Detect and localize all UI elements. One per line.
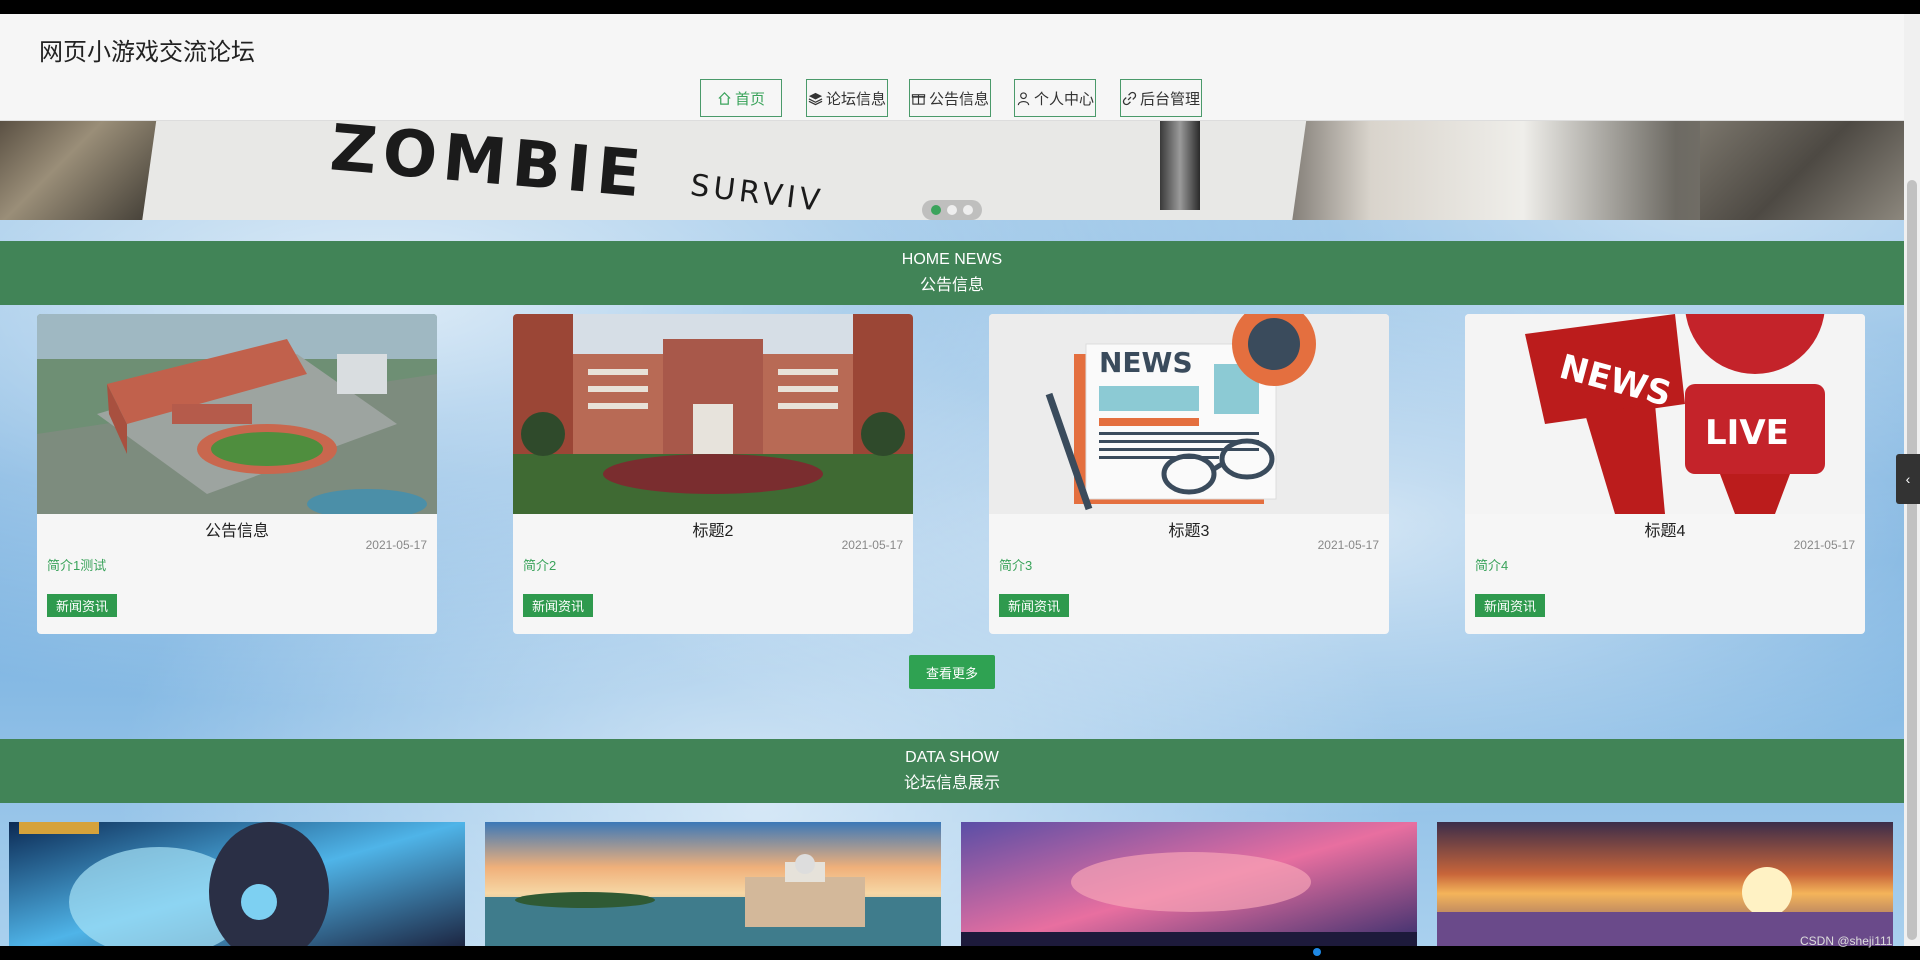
side-toggle-tab[interactable]: ‹: [1896, 454, 1920, 504]
news-section-title-cn: 公告信息: [919, 277, 984, 294]
news-card-image-text: NEWS: [1099, 346, 1193, 379]
forum-card-image[interactable]: [485, 822, 941, 946]
banner-knife-handle: [1160, 120, 1200, 210]
bottom-bar: [0, 946, 1920, 960]
news-card-intro: 简介1测试: [47, 558, 107, 573]
news-card[interactable]: 公告信息 2021-05-17 简介1测试 新闻资讯: [37, 314, 437, 634]
nav-admin[interactable]: 后台管理: [1120, 79, 1202, 117]
forum-card-image[interactable]: [961, 822, 1417, 946]
news-card-date: 2021-05-17: [1793, 538, 1855, 552]
watermark-text: CSDN @sheji111: [1800, 934, 1893, 948]
home-icon: [718, 91, 731, 105]
news-card-tag: 新闻资讯: [1475, 594, 1546, 617]
nav-home[interactable]: 首页: [700, 79, 782, 117]
site-title: 网页小游戏交流论坛: [39, 39, 255, 66]
nav-admin-label: 后台管理: [1139, 90, 1200, 108]
layers-icon: [808, 92, 823, 105]
nav-personal-label: 个人中心: [1033, 90, 1094, 108]
nav-notice[interactable]: 公告信息: [909, 79, 991, 117]
news-card-image[interactable]: [513, 314, 913, 514]
forum-section-header: DATA SHOW 论坛信息展示: [0, 739, 1904, 803]
forum-card-image[interactable]: [1437, 822, 1893, 946]
page-viewport: 网页小游戏交流论坛 首页 论坛信息 公告信息 个人中心 后台管理 ZOMBIE …: [0, 14, 1904, 946]
news-card-image-text-2: LIVE: [1705, 413, 1789, 453]
news-card[interactable]: NEWS 标题3 2021-05-17 简介3 新闻资讯: [989, 314, 1389, 634]
news-card-image[interactable]: [37, 314, 437, 514]
news-card-date: 2021-05-17: [841, 538, 903, 552]
nav-forum-label: 论坛信息: [825, 90, 886, 108]
link-icon: [1122, 91, 1137, 105]
news-card-date: 2021-05-17: [365, 538, 427, 552]
gift-icon: [911, 93, 926, 105]
carousel-indicators: [922, 200, 982, 220]
scrollbar-thumb[interactable]: [1907, 180, 1917, 940]
news-card-intro: 简介2: [523, 558, 557, 573]
hero-carousel[interactable]: ZOMBIE SURVIV: [0, 120, 1904, 220]
nav-notice-label: 公告信息: [928, 90, 989, 108]
nav-personal[interactable]: 个人中心: [1014, 79, 1096, 117]
taskbar-indicator-icon: [1313, 948, 1321, 956]
news-card[interactable]: NEWS LIVE 标题4 2021-05-17 简介4 新闻资讯: [1465, 314, 1865, 634]
chevron-left-icon: ‹: [1905, 471, 1911, 487]
news-card[interactable]: 标题2 2021-05-17 简介2 新闻资讯: [513, 314, 913, 634]
view-more-button[interactable]: 查看更多: [909, 655, 995, 689]
carousel-dot-3[interactable]: [963, 205, 973, 215]
nav-forum[interactable]: 论坛信息: [806, 79, 888, 117]
forum-section-title-en: DATA SHOW: [905, 749, 999, 766]
news-section-title-en: HOME NEWS: [901, 251, 1003, 268]
news-card-image[interactable]: NEWS: [989, 314, 1389, 514]
news-card-date: 2021-05-17: [1317, 538, 1379, 552]
nav-home-label: 首页: [734, 90, 765, 108]
news-card-image[interactable]: NEWS LIVE: [1465, 314, 1865, 514]
news-card-tag: 新闻资讯: [999, 594, 1070, 617]
news-section-header: HOME NEWS 公告信息: [0, 241, 1904, 305]
news-card-tag: 新闻资讯: [47, 594, 118, 617]
carousel-dot-2[interactable]: [947, 205, 957, 215]
site-header: 网页小游戏交流论坛 首页 论坛信息 公告信息 个人中心 后台管理: [0, 14, 1904, 121]
banner-ground: [0, 120, 160, 220]
banner-ground-right: [1700, 120, 1904, 220]
forum-card-image[interactable]: [9, 822, 465, 946]
user-icon: [1017, 91, 1030, 105]
forum-section-title-cn: 论坛信息展示: [903, 775, 1000, 792]
news-card-intro: 简介3: [999, 558, 1033, 573]
carousel-dot-1[interactable]: [931, 205, 941, 215]
news-card-tag: 新闻资讯: [523, 594, 594, 617]
news-card-intro: 简介4: [1475, 558, 1509, 573]
